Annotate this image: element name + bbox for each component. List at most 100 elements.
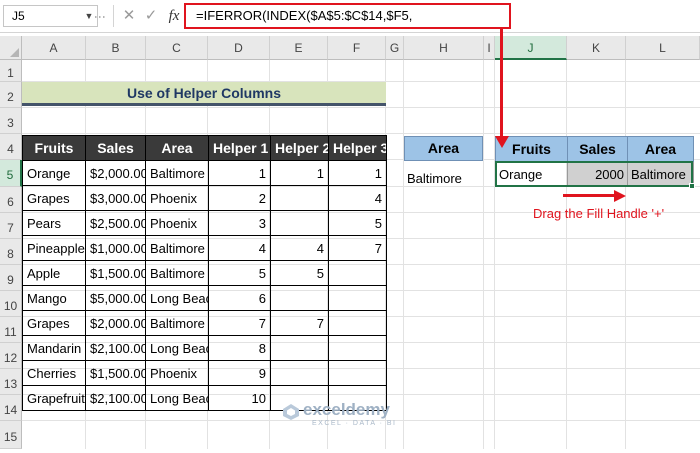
table-cell[interactable]: 1 [328,160,387,186]
table-cell[interactable]: 5 [328,210,387,236]
table-cell[interactable]: $2,100.00 [85,335,146,361]
table-cell[interactable]: $2,000.00 [85,160,146,186]
table-cell[interactable]: Baltimore [145,260,209,286]
table-cell[interactable]: $1,000.00 [85,235,146,261]
table-cell[interactable]: Pineapple [22,235,86,261]
table-cell[interactable]: Mandarin [22,335,86,361]
table-cell[interactable]: Grapes [22,185,86,211]
fill-handle[interactable] [689,183,695,189]
enter-icon[interactable]: ✓ [142,5,160,27]
formula-input[interactable]: =IFERROR(INDEX($A$5:$C$14,$F5, [184,3,511,29]
row-header-1[interactable]: 1 [0,60,22,82]
column-header-e[interactable]: E [270,36,328,60]
table-cell[interactable] [328,285,387,311]
row-header-9[interactable]: 9 [0,265,22,291]
table-cell[interactable] [328,260,387,286]
table-cell[interactable]: $3,000.00 [85,185,146,211]
column-header-j[interactable]: J [495,36,567,60]
row-header-14[interactable]: 14 [0,395,22,421]
table-cell[interactable] [328,335,387,361]
table-cell[interactable]: 6 [208,285,271,311]
table-cell[interactable]: 1 [208,160,271,186]
table-cell[interactable]: Baltimore [145,310,209,336]
table-cell[interactable]: $1,500.00 [85,260,146,286]
row-header-4[interactable]: 4 [0,134,22,160]
table-cell[interactable]: Grapes [22,310,86,336]
table-cell[interactable]: Baltimore [145,160,209,186]
row-header-2[interactable]: 2 [0,82,22,108]
table-cell[interactable]: 7 [270,310,329,336]
table-cell[interactable] [328,360,387,386]
column-header-a[interactable]: A [22,36,86,60]
table-cell[interactable]: Phoenix [145,210,209,236]
column-header-c[interactable]: C [146,36,208,60]
table-cell[interactable]: 5 [270,260,329,286]
table-cell[interactable]: 7 [328,235,387,261]
row-header-5[interactable]: 5 [0,160,22,187]
table-row: Mango$5,000.00Long Beach6 [22,285,387,311]
table-cell[interactable] [270,335,329,361]
table-cell[interactable] [270,210,329,236]
table-cell[interactable]: $1,500.00 [85,360,146,386]
table-cell[interactable] [270,185,329,211]
row-header-7[interactable]: 7 [0,213,22,239]
column-header-b[interactable]: B [86,36,146,60]
table-cell[interactable]: Grapefruit [22,385,86,411]
row-header-15[interactable]: 15 [0,421,22,449]
column-header-k[interactable]: K [567,36,626,60]
column-header-g[interactable]: G [386,36,404,60]
table-cell[interactable]: Long Beach [145,335,209,361]
row-header-3[interactable]: 3 [0,108,22,134]
row-header-10[interactable]: 10 [0,291,22,317]
table-cell[interactable]: 2 [208,185,271,211]
table-cell[interactable]: 5 [208,260,271,286]
table-cell[interactable]: Mango [22,285,86,311]
gridline-vertical [403,60,404,449]
criteria-value[interactable]: Baltimore [407,170,487,188]
row-header-6[interactable]: 6 [0,187,22,213]
table-cell[interactable]: Cherries [22,360,86,386]
table-header-cell: Helper 1 [208,135,271,161]
table-cell[interactable]: 10 [208,385,271,411]
sheet-title: Use of Helper Columns [22,82,386,106]
table-cell[interactable]: Long Beach [145,285,209,311]
insert-function-icon[interactable]: fx [164,5,184,27]
formula-icons: ✕ ✓ fx [113,5,185,27]
table-cell[interactable]: 8 [208,335,271,361]
table-cell[interactable]: 4 [328,185,387,211]
table-cell[interactable]: 7 [208,310,271,336]
table-cell[interactable]: 4 [270,235,329,261]
table-cell[interactable]: $2,100.00 [85,385,146,411]
column-header-l[interactable]: L [626,36,700,60]
table-row: Mandarin$2,100.00Long Beach8 [22,335,387,361]
table-cell[interactable] [270,360,329,386]
table-cell[interactable]: $5,000.00 [85,285,146,311]
drag-instruction: Drag the Fill Handle '+' [533,206,665,221]
table-cell[interactable] [328,310,387,336]
cancel-icon[interactable]: ✕ [120,5,138,27]
row-header-13[interactable]: 13 [0,369,22,395]
table-cell[interactable]: Orange [22,160,86,186]
table-cell[interactable]: $2,000.00 [85,310,146,336]
row-header-11[interactable]: 11 [0,317,22,343]
watermark-tagline: EXCEL · DATA · BI [312,420,397,427]
column-header-i[interactable]: I [484,36,495,60]
table-cell[interactable]: 1 [270,160,329,186]
table-cell[interactable]: Phoenix [145,185,209,211]
column-header-f[interactable]: F [328,36,386,60]
table-cell[interactable]: $2,500.00 [85,210,146,236]
table-cell[interactable]: 3 [208,210,271,236]
column-header-d[interactable]: D [208,36,270,60]
table-cell[interactable]: Long Beach [145,385,209,411]
table-cell[interactable]: Pears [22,210,86,236]
row-header-12[interactable]: 12 [0,343,22,369]
result-header-sales: Sales [567,136,628,162]
table-cell[interactable]: Baltimore [145,235,209,261]
table-cell[interactable] [270,285,329,311]
row-header-8[interactable]: 8 [0,239,22,265]
table-cell[interactable]: 4 [208,235,271,261]
column-header-h[interactable]: H [404,36,484,60]
table-cell[interactable]: Apple [22,260,86,286]
table-cell[interactable]: 9 [208,360,271,386]
table-cell[interactable]: Phoenix [145,360,209,386]
